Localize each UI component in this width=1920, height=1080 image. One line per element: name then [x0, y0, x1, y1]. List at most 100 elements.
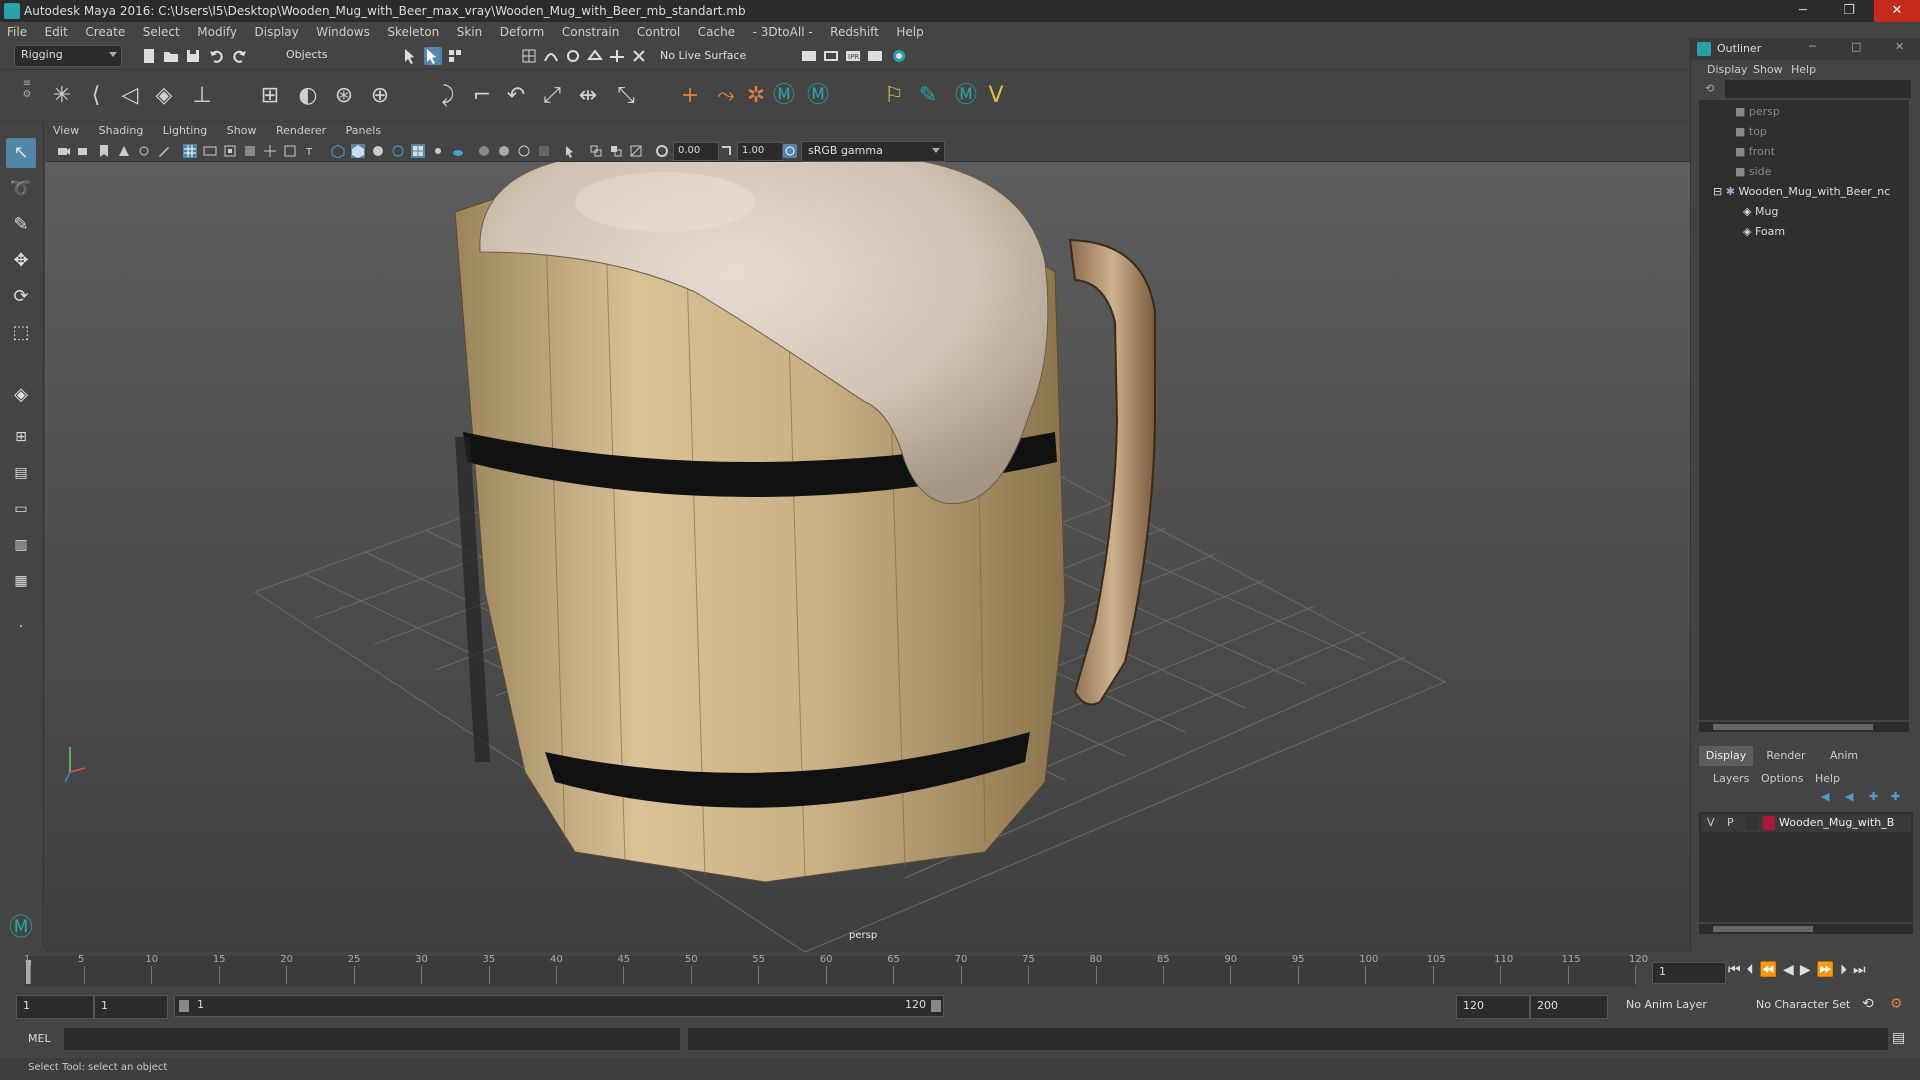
- menu-display[interactable]: Display: [248, 22, 306, 42]
- color-management-icon[interactable]: [783, 144, 797, 158]
- paint-select-icon[interactable]: ✎: [6, 210, 36, 240]
- wire-deformer-icon[interactable]: ⌐: [468, 82, 496, 110]
- character-set-dropdown[interactable]: No Character Set: [1750, 995, 1868, 1017]
- image-plane-icon[interactable]: [117, 144, 131, 158]
- motion-blur-icon[interactable]: [497, 144, 511, 158]
- menu-deform[interactable]: Deform: [493, 22, 552, 42]
- menu-select[interactable]: Select: [136, 22, 187, 42]
- xray-joints-icon[interactable]: [629, 144, 643, 158]
- menu-skeleton[interactable]: Skeleton: [380, 22, 446, 42]
- gamma-icon[interactable]: [719, 144, 733, 158]
- menuset-dropdown[interactable]: Rigging: [14, 45, 122, 67]
- snap-point-icon[interactable]: [564, 47, 582, 65]
- step-back-frame-icon[interactable]: ⏪: [1760, 962, 1783, 978]
- new-scene-icon[interactable]: [140, 47, 158, 65]
- ik-spline-icon[interactable]: ◁: [116, 82, 144, 110]
- bookmark-icon[interactable]: [97, 144, 111, 158]
- outliner-item-front[interactable]: ■ front: [1735, 142, 1775, 162]
- select-tool-icon[interactable]: ↖: [6, 138, 36, 168]
- layer-menu-options[interactable]: Options: [1761, 772, 1803, 785]
- menu-edit[interactable]: Edit: [38, 22, 75, 42]
- smooth-bind-icon[interactable]: ⊞: [256, 82, 284, 110]
- point-constraint-icon[interactable]: ⇹: [574, 82, 602, 110]
- ipr-render-icon[interactable]: IPR: [844, 47, 862, 65]
- 2d-pan-zoom-icon[interactable]: [137, 144, 151, 158]
- go-to-end-icon[interactable]: ⏭: [1853, 962, 1872, 978]
- panel-menu-lighting[interactable]: Lighting: [155, 122, 215, 140]
- rigid-bind-icon[interactable]: ◐: [294, 82, 322, 110]
- move-tool-icon[interactable]: ✥: [6, 246, 36, 276]
- menu-control[interactable]: Control: [630, 22, 687, 42]
- outliner-search-input[interactable]: [1725, 80, 1911, 98]
- default-material-icon[interactable]: [371, 144, 385, 158]
- wireframe-icon[interactable]: [331, 144, 345, 158]
- redo-icon[interactable]: [230, 47, 248, 65]
- range-slider[interactable]: 1 120: [174, 995, 944, 1017]
- layer-name[interactable]: Wooden_Mug_with_B: [1779, 816, 1894, 829]
- ik-handle-icon[interactable]: ⟨: [82, 82, 110, 110]
- xray-icon[interactable]: [589, 144, 603, 158]
- layer-hscrollbar[interactable]: [1699, 924, 1913, 934]
- select-mode-dropdown[interactable]: Objects: [280, 46, 386, 66]
- outliner-minimize-icon[interactable]: ─: [1809, 40, 1816, 53]
- time-slider[interactable]: 1 5 10 15 20 25 30 35 40 45 50 55 60 65 70 75 80 85 90 95 10…: [0, 952, 1866, 990]
- paint-weights-icon[interactable]: ⊛: [330, 82, 358, 110]
- smooth-shade-icon[interactable]: [351, 144, 365, 158]
- gamma-field[interactable]: 1.00: [737, 142, 783, 161]
- menu-file[interactable]: File: [0, 22, 34, 42]
- snap-surface-icon[interactable]: [608, 47, 626, 65]
- rotate-tool-icon[interactable]: ⟳: [6, 282, 36, 312]
- last-tool-icon[interactable]: ◈: [6, 380, 36, 410]
- select-component-icon[interactable]: [446, 47, 464, 65]
- save-scene-icon[interactable]: [184, 47, 202, 65]
- human-ik-icon[interactable]: Ⓜ: [770, 82, 798, 110]
- film-gate-icon[interactable]: [203, 144, 217, 158]
- lattice-icon[interactable]: ⊕: [366, 82, 394, 110]
- outliner-menu-display[interactable]: Display: [1707, 63, 1748, 76]
- live-surface-label[interactable]: No Live Surface: [660, 49, 746, 62]
- grid-toggle-icon[interactable]: [183, 144, 197, 158]
- animation-prefs-icon[interactable]: ⚙: [1890, 996, 1903, 1012]
- field-chart-icon[interactable]: [263, 144, 277, 158]
- play-backward-icon[interactable]: ◀: [1783, 962, 1800, 978]
- animation-end-field[interactable]: 200: [1530, 995, 1608, 1019]
- menu-3dtoall[interactable]: - 3DtoAll -: [746, 22, 820, 42]
- select-hierarchy-icon[interactable]: [402, 47, 420, 65]
- resolution-gate-icon[interactable]: [223, 144, 237, 158]
- safe-title-icon[interactable]: T: [303, 144, 317, 158]
- script-editor-icon[interactable]: ▤: [1892, 1030, 1905, 1046]
- screen-space-ao-icon[interactable]: [477, 144, 491, 158]
- isolate-select-icon[interactable]: [563, 144, 577, 158]
- outliner-layout-icon[interactable]: ▦: [6, 566, 36, 596]
- four-view-layout-icon[interactable]: ⊞: [6, 422, 36, 452]
- multisample-aa-icon[interactable]: [517, 144, 531, 158]
- step-forward-frame-icon[interactable]: ⏩: [1817, 962, 1840, 978]
- panel-menu-view[interactable]: View: [45, 122, 87, 140]
- panel-menu-show[interactable]: Show: [219, 122, 265, 140]
- mirror-joint-icon[interactable]: ◈: [150, 82, 178, 110]
- current-frame-field[interactable]: 1: [1652, 962, 1726, 984]
- lasso-tool-icon[interactable]: ➰: [6, 174, 36, 204]
- quick-rig-icon[interactable]: ✎: [914, 82, 942, 110]
- outliner-close-icon[interactable]: ✕: [1895, 40, 1904, 53]
- menu-modify[interactable]: Modify: [190, 22, 244, 42]
- play-forward-icon[interactable]: ▶: [1800, 962, 1817, 978]
- layer-visibility-toggle[interactable]: V: [1707, 816, 1715, 829]
- textured-icon[interactable]: [411, 144, 425, 158]
- outliner-filter-icon[interactable]: ⟲: [1705, 82, 1719, 96]
- menu-help[interactable]: Help: [889, 22, 930, 42]
- layer-menu-layers[interactable]: Layers: [1713, 772, 1749, 785]
- view-transform-dropdown[interactable]: sRGB gamma: [801, 141, 945, 162]
- snap-grid-icon[interactable]: [520, 47, 538, 65]
- orient-constraint-icon[interactable]: ✲: [742, 82, 770, 110]
- xray-active-components-icon[interactable]: [609, 144, 623, 158]
- go-to-start-icon[interactable]: ⏮: [1728, 962, 1747, 978]
- new-layer-selected-icon[interactable]: ✚: [1891, 790, 1900, 803]
- grease-pencil-icon[interactable]: [157, 144, 171, 158]
- scale-tool-icon[interactable]: ⬚: [6, 318, 36, 348]
- aim-constraint-icon[interactable]: ⤡: [612, 82, 640, 110]
- outliner-item-top[interactable]: ■ top: [1735, 122, 1767, 142]
- tab-anim[interactable]: Anim: [1817, 746, 1871, 766]
- snap-curve-icon[interactable]: [542, 47, 560, 65]
- select-object-icon[interactable]: [424, 47, 442, 65]
